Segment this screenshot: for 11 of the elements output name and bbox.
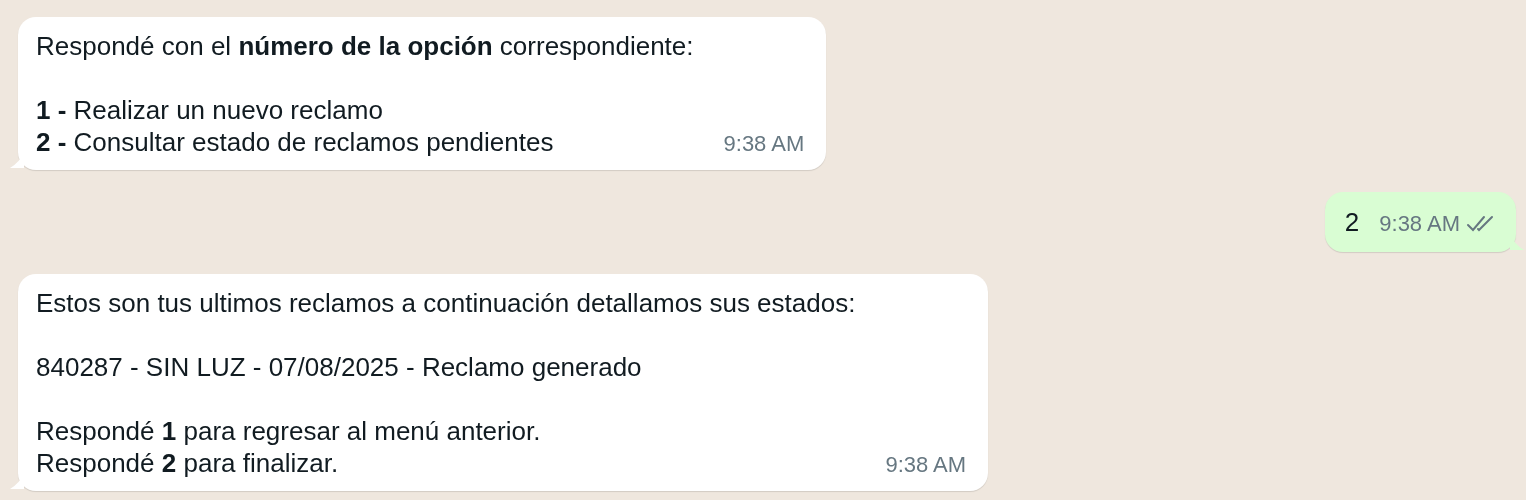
message-text: 2 - Consultar estado de reclamos pendientes [36, 126, 555, 158]
message-text: Estos son tus ultimos reclamos a continuación detallamos sus estados: [36, 287, 856, 319]
message-text: 840287 - SIN LUZ - 07/08/2025 - Reclamo generado [36, 351, 643, 383]
message-time: 9:38 AM [723, 130, 805, 158]
message-text: Respondé con el número de la opción correspondiente: [36, 30, 694, 62]
message-time: 9:38 AM [1379, 210, 1460, 238]
message-text: Respondé 2 para finalizar. [36, 447, 340, 479]
message-time: 9:38 AM [885, 451, 967, 479]
message-text: 2 [1344, 206, 1360, 238]
message-text: 1 - Realizar un nuevo reclamo [36, 94, 384, 126]
message-text: Respondé 1 para regresar al menú anterior. [36, 415, 542, 447]
